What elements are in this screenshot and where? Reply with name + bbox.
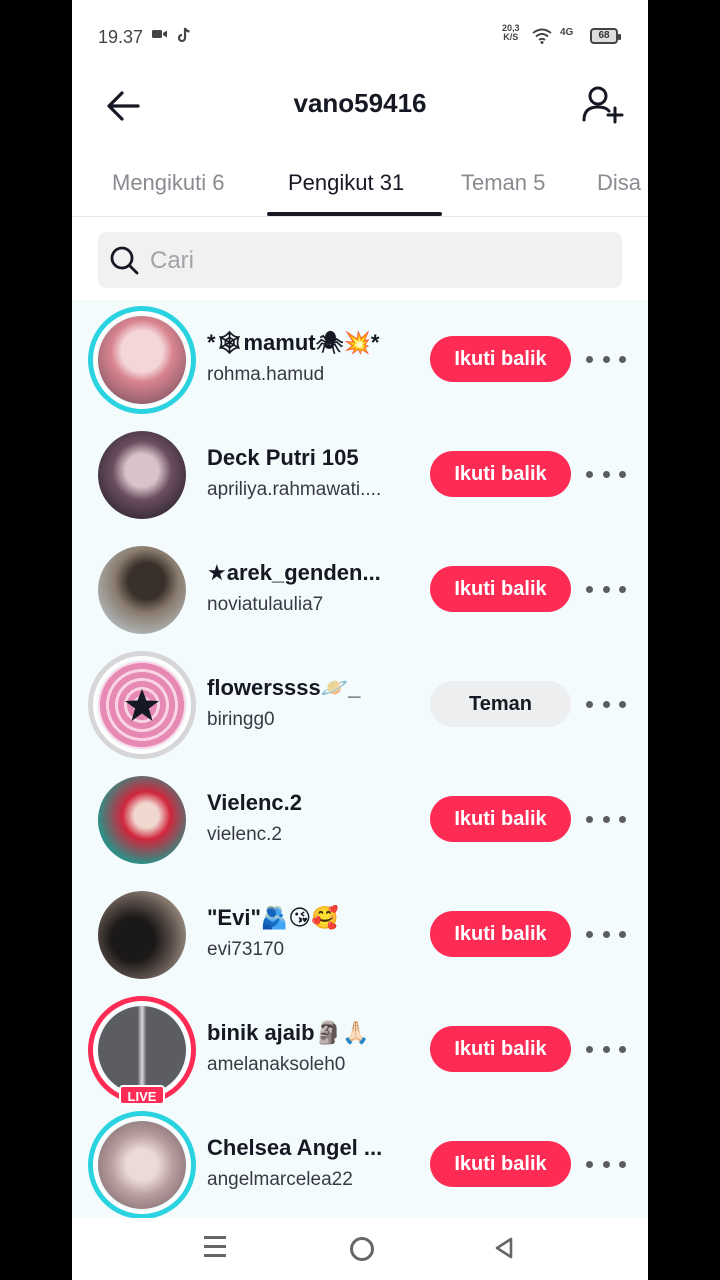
list-item[interactable]: Chelsea Angel ... angelmarcelea22 Ikuti …	[72, 1105, 648, 1220]
follow-back-button[interactable]: Ikuti balik	[430, 451, 571, 497]
follow-back-button[interactable]: Ikuti balik	[430, 566, 571, 612]
friend-button[interactable]: Teman	[430, 681, 571, 727]
avatar[interactable]	[88, 766, 196, 874]
follow-back-button[interactable]: Ikuti balik	[430, 796, 571, 842]
signal-label: 4G	[560, 27, 574, 38]
list-item[interactable]: Deck Putri 105 apriliya.rahmawati.... Ik…	[72, 415, 648, 530]
recent-apps-button[interactable]	[204, 1236, 228, 1258]
system-nav-bar	[72, 1218, 648, 1280]
follow-back-button[interactable]: Ikuti balik	[430, 1026, 571, 1072]
follower-username: vielenc.2	[207, 824, 282, 845]
list-item[interactable]: flowerssss🪐_ biringg0 Teman	[72, 645, 648, 760]
avatar-image	[98, 891, 186, 979]
follow-back-button[interactable]: Ikuti balik	[430, 911, 571, 957]
follower-name: Vielenc.2	[207, 790, 302, 815]
more-dots-icon[interactable]	[586, 576, 626, 602]
network-speed: 20,3 K/S	[502, 23, 520, 42]
avatar[interactable]	[88, 881, 196, 989]
follower-name: Deck Putri 105	[207, 445, 359, 470]
more-dots-icon[interactable]	[586, 921, 626, 947]
follower-name: "Evi"🫂😘🥰	[207, 905, 339, 930]
search-icon	[110, 246, 139, 275]
more-dots-icon[interactable]	[586, 346, 626, 372]
page-title: vano59416	[293, 88, 427, 118]
tab-suggested[interactable]: Disa	[597, 170, 641, 196]
live-badge: LIVE	[119, 1085, 165, 1105]
wifi-icon	[532, 28, 552, 47]
followers-list: *🕸mamut🕷💥* rohma.hamud Ikuti balik Deck …	[72, 300, 648, 1220]
follower-username: biringg0	[207, 709, 275, 730]
video-recording-icon	[152, 27, 168, 44]
search-bar[interactable]	[98, 232, 622, 290]
more-dots-icon[interactable]	[586, 1036, 626, 1062]
follower-username: angelmarcelea22	[207, 1169, 353, 1190]
avatar-image	[98, 1121, 186, 1209]
tab-friends[interactable]: Teman 5	[461, 170, 545, 196]
more-dots-icon[interactable]	[586, 806, 626, 832]
follower-username: noviatulaulia7	[207, 594, 324, 615]
avatar-image	[98, 661, 186, 749]
status-time: 19.37	[98, 27, 144, 47]
battery-icon: 68	[590, 28, 621, 44]
add-user-icon	[582, 86, 624, 124]
avatar-image	[98, 431, 186, 519]
star-icon	[125, 689, 159, 721]
avatar-image	[98, 316, 186, 404]
avatar[interactable]	[88, 1111, 196, 1219]
avatar-image	[98, 776, 186, 864]
system-back-button[interactable]	[493, 1236, 515, 1260]
follower-name: flowerssss🪐_	[207, 675, 361, 700]
more-dots-icon[interactable]	[586, 691, 626, 717]
triangle-back-icon	[495, 1237, 513, 1259]
home-button[interactable]	[350, 1237, 374, 1261]
screen: 19.37 20,3 K/S 4G 68 vano59416 Mengikuti…	[72, 0, 648, 1280]
avatar-image	[98, 546, 186, 634]
list-item[interactable]: Vielenc.2 vielenc.2 Ikuti balik	[72, 760, 648, 875]
follower-username: apriliya.rahmawati....	[207, 479, 382, 500]
follow-back-button[interactable]: Ikuti balik	[430, 1141, 571, 1187]
follower-username: evi73170	[207, 939, 285, 960]
list-item[interactable]: "Evi"🫂😘🥰 evi73170 Ikuti balik	[72, 875, 648, 990]
list-item[interactable]: *🕸mamut🕷💥* rohma.hamud Ikuti balik	[72, 300, 648, 415]
list-item[interactable]: LIVE binik ajaib🗿🙏🏻 amelanaksoleh0 Ikuti…	[72, 990, 648, 1105]
list-item[interactable]: ★arek_genden... noviatulaulia7 Ikuti bal…	[72, 530, 648, 645]
avatar[interactable]	[88, 536, 196, 644]
follower-name: *🕸mamut🕷💥*	[207, 330, 380, 355]
follower-name: Chelsea Angel ...	[207, 1135, 383, 1160]
avatar[interactable]	[88, 306, 196, 414]
tab-following[interactable]: Mengikuti 6	[112, 170, 225, 196]
avatar[interactable]: LIVE	[88, 996, 196, 1105]
tiktok-icon	[177, 27, 192, 46]
status-bar: 19.37 20,3 K/S 4G 68	[72, 0, 648, 76]
tab-divider	[72, 216, 648, 217]
follower-username: amelanaksoleh0	[207, 1054, 346, 1075]
follow-back-button[interactable]: Ikuti balik	[430, 336, 571, 382]
tab-followers[interactable]: Pengikut 31	[288, 170, 404, 196]
follower-name: binik ajaib🗿🙏🏻	[207, 1020, 370, 1045]
tab-bar: Mengikuti 6 Pengikut 31 Teman 5 Disa	[72, 162, 648, 218]
search-input[interactable]	[148, 232, 612, 290]
more-dots-icon[interactable]	[586, 1151, 626, 1177]
more-dots-icon[interactable]	[586, 461, 626, 487]
add-user-button[interactable]	[580, 82, 626, 128]
avatar[interactable]	[88, 421, 196, 529]
avatar[interactable]	[88, 651, 196, 759]
avatar-image	[98, 1006, 186, 1094]
follower-username: rohma.hamud	[207, 364, 325, 385]
follower-name: ★arek_genden...	[207, 560, 381, 585]
